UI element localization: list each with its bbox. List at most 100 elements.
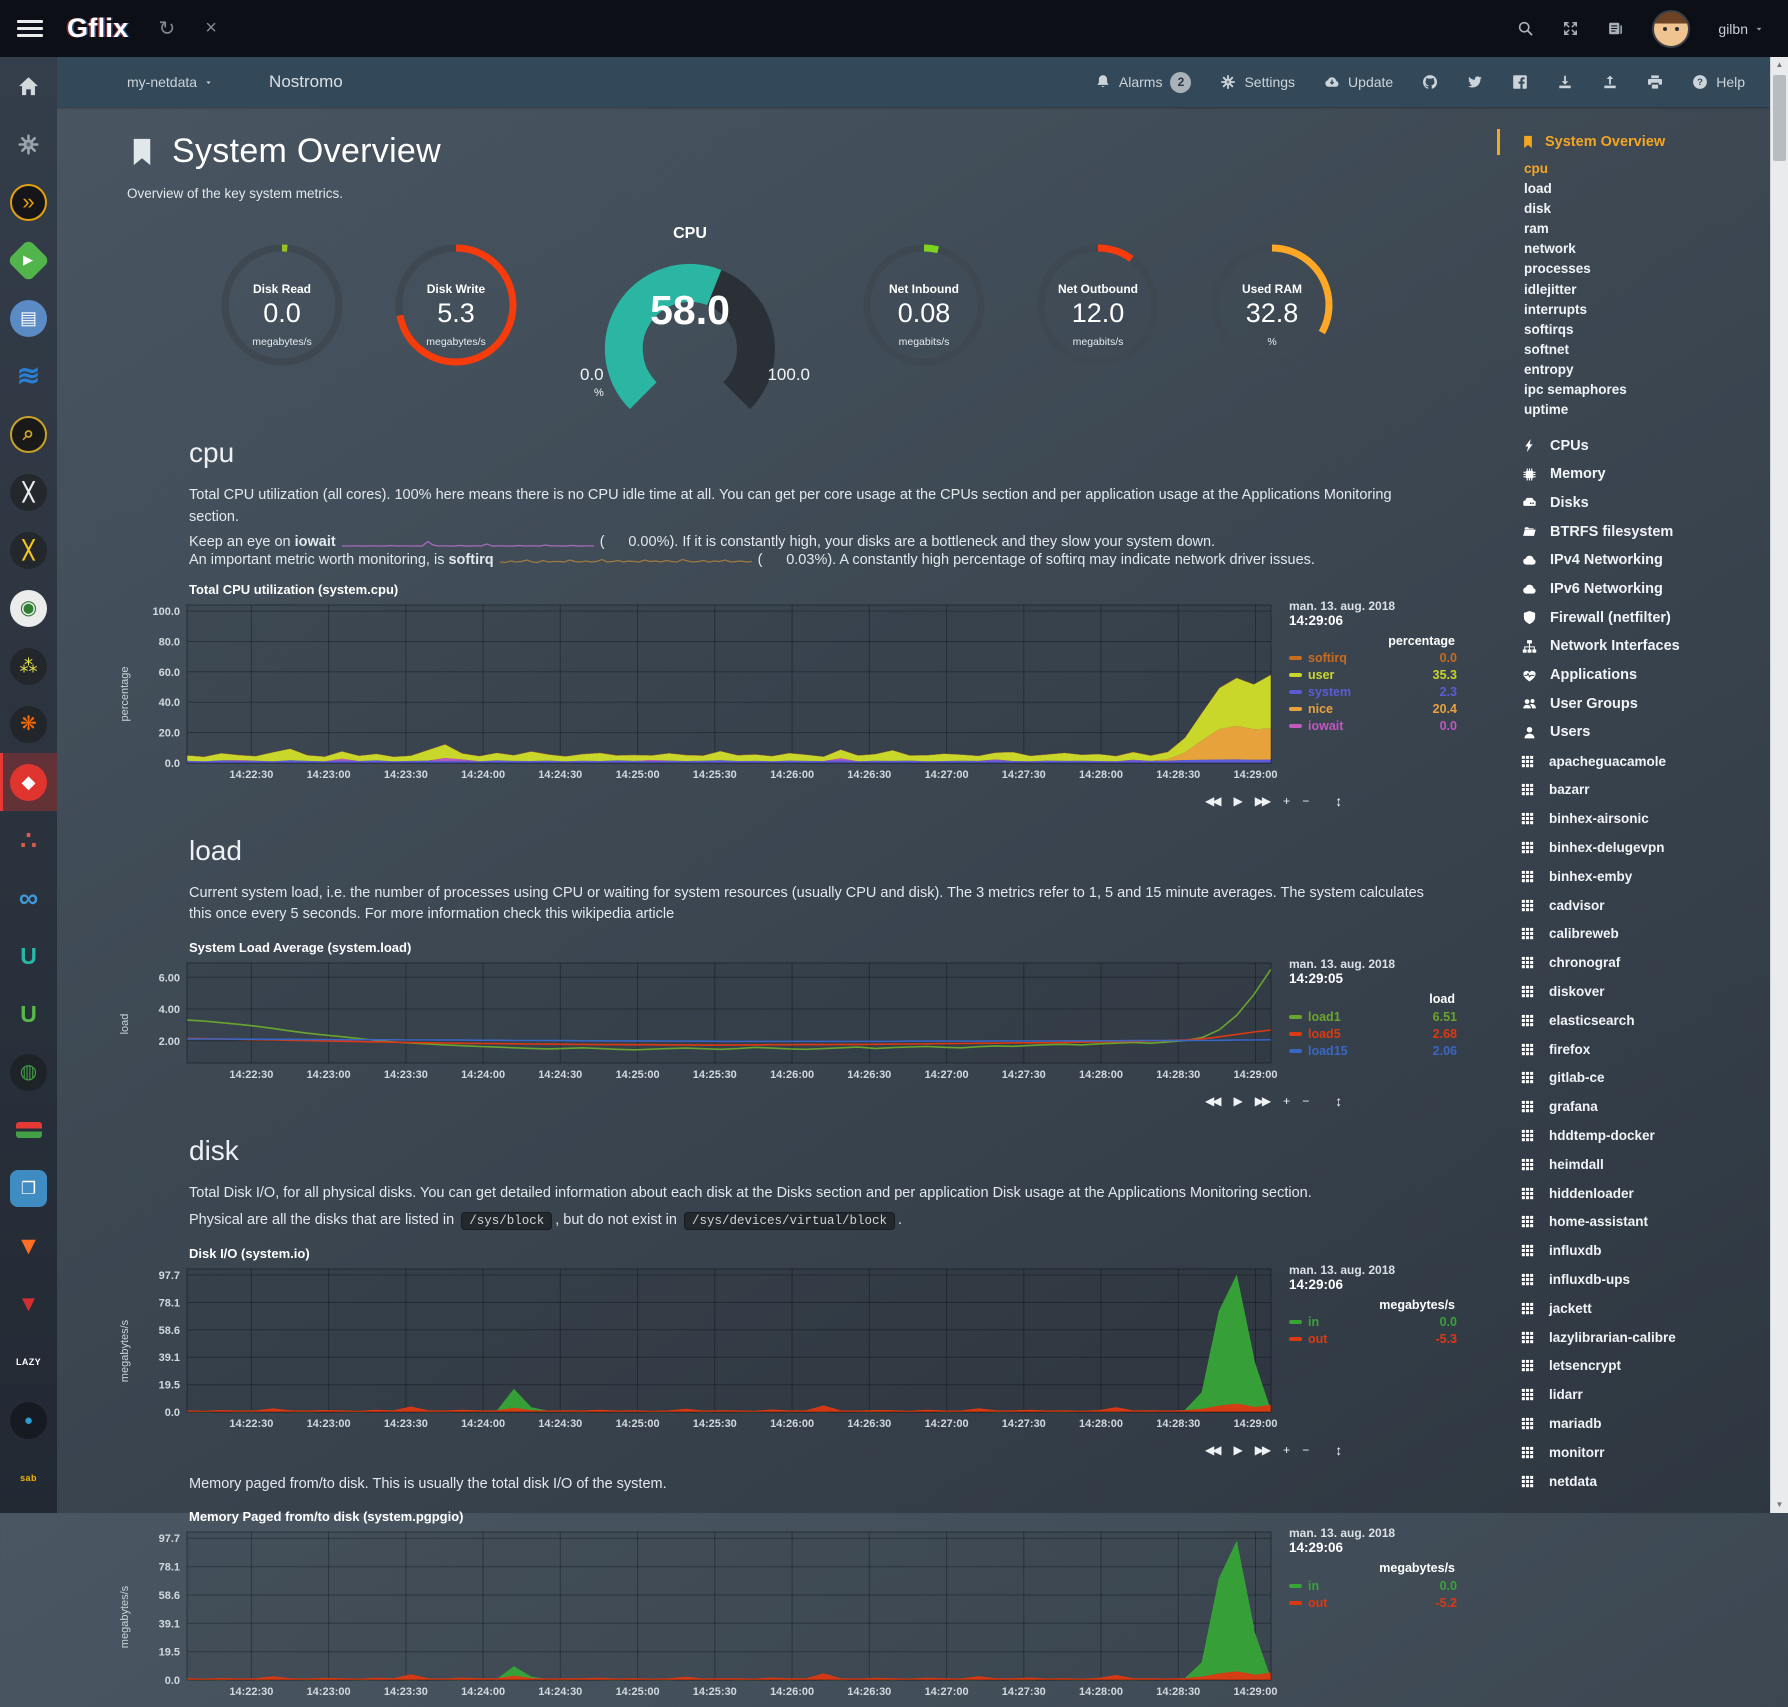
gauge-net-outbound[interactable]: Net Outbound 12.0 megabits/s (1032, 239, 1164, 399)
diskio-pan-backward-icon[interactable]: ◀◀ (1205, 1443, 1219, 1457)
menu-item-softnet[interactable]: softnet (1524, 340, 1771, 360)
twitter-icon[interactable] (1467, 74, 1483, 90)
menu-item-ram[interactable]: ram (1524, 219, 1771, 239)
load-pan-forward-icon[interactable]: ▶▶ (1255, 1094, 1269, 1108)
sidebar-app-deluge[interactable]: ◉ (0, 579, 57, 637)
menu-item-disk[interactable]: disk (1524, 199, 1771, 219)
menu-app-home-assistant[interactable]: home-assistant (1521, 1208, 1771, 1237)
menu-app-influxdb[interactable]: influxdb (1521, 1236, 1771, 1265)
sidebar-app-sonarr[interactable]: ╳ (0, 463, 57, 521)
pgpgio-legend-out[interactable]: out -5.2 (1289, 1594, 1457, 1611)
alarms-button[interactable]: Alarms 2 (1095, 72, 1192, 93)
app-logo[interactable]: Gflix (67, 13, 129, 44)
load-zoom-in-icon[interactable]: + (1283, 1094, 1288, 1108)
menu-app-apacheguacamole[interactable]: apacheguacamole (1521, 747, 1771, 776)
menu-app-binhex-emby[interactable]: binhex-emby (1521, 862, 1771, 891)
diskio-zoom-in-icon[interactable]: + (1283, 1443, 1288, 1457)
gauge-cpu[interactable]: CPU 58.0 0.0 % 100.0 (564, 225, 816, 411)
load-zoom-out-icon[interactable]: − (1302, 1094, 1307, 1108)
menu-item-processes[interactable]: processes (1524, 259, 1771, 279)
sidebar-app-duplicati[interactable]: ● (0, 1391, 57, 1449)
cpu-legend-nice[interactable]: nice 20.4 (1289, 701, 1457, 718)
cpu-resize-handle-icon[interactable]: ↕ (1335, 793, 1342, 809)
diskio-zoom-out-icon[interactable]: − (1302, 1443, 1307, 1457)
load-pan-backward-icon[interactable]: ◀◀ (1205, 1094, 1219, 1108)
menu-app-lazylibrarian-calibre[interactable]: lazylibrarian-calibre (1521, 1323, 1771, 1352)
scrollbar-up-arrow[interactable]: ▲ (1771, 57, 1788, 73)
load-legend-load5[interactable]: load5 2.68 (1289, 1025, 1457, 1042)
menu-item-uptime[interactable]: uptime (1524, 400, 1771, 420)
menu-app-binhex-delugevpn[interactable]: binhex-delugevpn (1521, 833, 1771, 862)
sidebar-app-lazylibrarian[interactable]: LAZY (0, 1333, 57, 1391)
load-play-icon[interactable]: ▶ (1233, 1094, 1240, 1108)
scrollbar-down-arrow[interactable]: ▼ (1771, 1497, 1788, 1513)
pgpgio-chart-plot[interactable]: 0.019.539.158.678.197.714:22:3014:23:001… (133, 1526, 1277, 1707)
menu-section-user-groups[interactable]: User Groups (1521, 689, 1771, 718)
user-menu[interactable]: gilbn (1718, 21, 1764, 37)
sidebar-app-heimdall[interactable]: ❐ (0, 1159, 57, 1217)
menu-toggle-icon[interactable] (17, 16, 43, 41)
diskio-pan-forward-icon[interactable]: ▶▶ (1255, 1443, 1269, 1457)
sidebar-app-nzbget[interactable]: ⁂ (0, 637, 57, 695)
menu-app-firefox[interactable]: firefox (1521, 1035, 1771, 1064)
menu-app-grafana[interactable]: grafana (1521, 1092, 1771, 1121)
diskio-play-icon[interactable]: ▶ (1233, 1443, 1240, 1457)
diskio-legend-out[interactable]: out -5.3 (1289, 1331, 1457, 1348)
sidebar-app-tautulli[interactable]: ∴ (0, 811, 57, 869)
menu-app-heimdall[interactable]: heimdall (1521, 1150, 1771, 1179)
gauge-disk-read[interactable]: Disk Read 0.0 megabytes/s (216, 239, 348, 399)
sidebar-app-ombi[interactable]: ∞ (0, 869, 57, 927)
sidebar-app-webtools[interactable]: ◍ (0, 1043, 57, 1101)
menu-section-ipv4-networking[interactable]: IPv4 Networking (1521, 546, 1771, 575)
gauge-disk-write[interactable]: Disk Write 5.3 megabytes/s (390, 239, 522, 399)
menu-item-interrupts[interactable]: interrupts (1524, 300, 1771, 320)
sidebar-app-gitlab[interactable]: ▼ (0, 1217, 57, 1275)
gauge-used-ram[interactable]: Used RAM 32.8 % (1206, 239, 1338, 399)
menu-item-softirqs[interactable]: softirqs (1524, 320, 1771, 340)
menu-app-monitorr[interactable]: monitorr (1521, 1438, 1771, 1467)
refresh-icon[interactable]: ↻ (159, 16, 176, 41)
menu-app-binhex-airsonic[interactable]: binhex-airsonic (1521, 804, 1771, 833)
sidebar-app-plex[interactable]: » (0, 173, 57, 231)
avatar[interactable] (1652, 10, 1690, 48)
pgpgio-legend-in[interactable]: in 0.0 (1289, 1577, 1457, 1594)
changelog-icon[interactable] (1607, 20, 1624, 37)
menu-item-idlejitter[interactable]: idlejitter (1524, 280, 1771, 300)
gauge-net-inbound[interactable]: Net Inbound 0.08 megabits/s (858, 239, 990, 399)
help-button[interactable]: ? Help (1692, 74, 1745, 90)
sidebar-app-airsonic[interactable]: ≋ (0, 347, 57, 405)
menu-app-chronograf[interactable]: chronograf (1521, 948, 1771, 977)
menu-app-bazarr[interactable]: bazarr (1521, 776, 1771, 805)
menu-app-lidarr[interactable]: lidarr (1521, 1380, 1771, 1409)
import-snapshot-icon[interactable] (1557, 74, 1573, 90)
page-scrollbar[interactable]: ▲ ▼ (1770, 57, 1788, 1513)
cpu-zoom-out-icon[interactable]: − (1302, 794, 1307, 808)
menu-app-hddtemp-docker[interactable]: hddtemp-docker (1521, 1121, 1771, 1150)
diskio-resize-handle-icon[interactable]: ↕ (1335, 1442, 1342, 1458)
sidebar-app-netdata[interactable]: ◆ (0, 753, 57, 811)
sidebar-app-grafana[interactable]: ❋ (0, 695, 57, 753)
menu-section-applications[interactable]: Applications (1521, 661, 1771, 690)
sidebar-app-calibre-web[interactable]: ▤ (0, 289, 57, 347)
menu-app-diskover[interactable]: diskover (1521, 977, 1771, 1006)
menu-section-firewall-netfilter-[interactable]: Firewall (netfilter) (1521, 603, 1771, 632)
print-icon[interactable] (1647, 74, 1663, 90)
menu-app-mariadb[interactable]: mariadb (1521, 1409, 1771, 1438)
cpu-pan-forward-icon[interactable]: ▶▶ (1255, 794, 1269, 808)
sidebar-app-emby[interactable]: ▶ (0, 231, 57, 289)
menu-app-influxdb-ups[interactable]: influxdb-ups (1521, 1265, 1771, 1294)
cpu-legend-softirq[interactable]: softirq 0.0 (1289, 650, 1457, 667)
load-legend-load1[interactable]: load1 6.51 (1289, 1008, 1457, 1025)
menu-section-memory[interactable]: Memory (1521, 460, 1771, 489)
menu-section-disks[interactable]: Disks (1521, 489, 1771, 518)
search-icon[interactable] (1517, 20, 1534, 37)
menu-section-network-interfaces[interactable]: Network Interfaces (1521, 632, 1771, 661)
scrollbar-thumb[interactable] (1773, 75, 1786, 161)
cpu-legend-user[interactable]: user 35.3 (1289, 667, 1457, 684)
diskio-chart-plot[interactable]: 0.019.539.158.678.197.714:22:3014:23:001… (133, 1263, 1277, 1439)
sidebar-app-unraid[interactable]: U (0, 927, 57, 985)
facebook-icon[interactable] (1512, 74, 1528, 90)
load-legend-load15[interactable]: load15 2.06 (1289, 1042, 1457, 1059)
menu-item-cpu[interactable]: cpu (1524, 159, 1771, 179)
cpu-chart-plot[interactable]: 0.020.040.060.080.0100.014:22:3014:23:00… (133, 599, 1277, 790)
